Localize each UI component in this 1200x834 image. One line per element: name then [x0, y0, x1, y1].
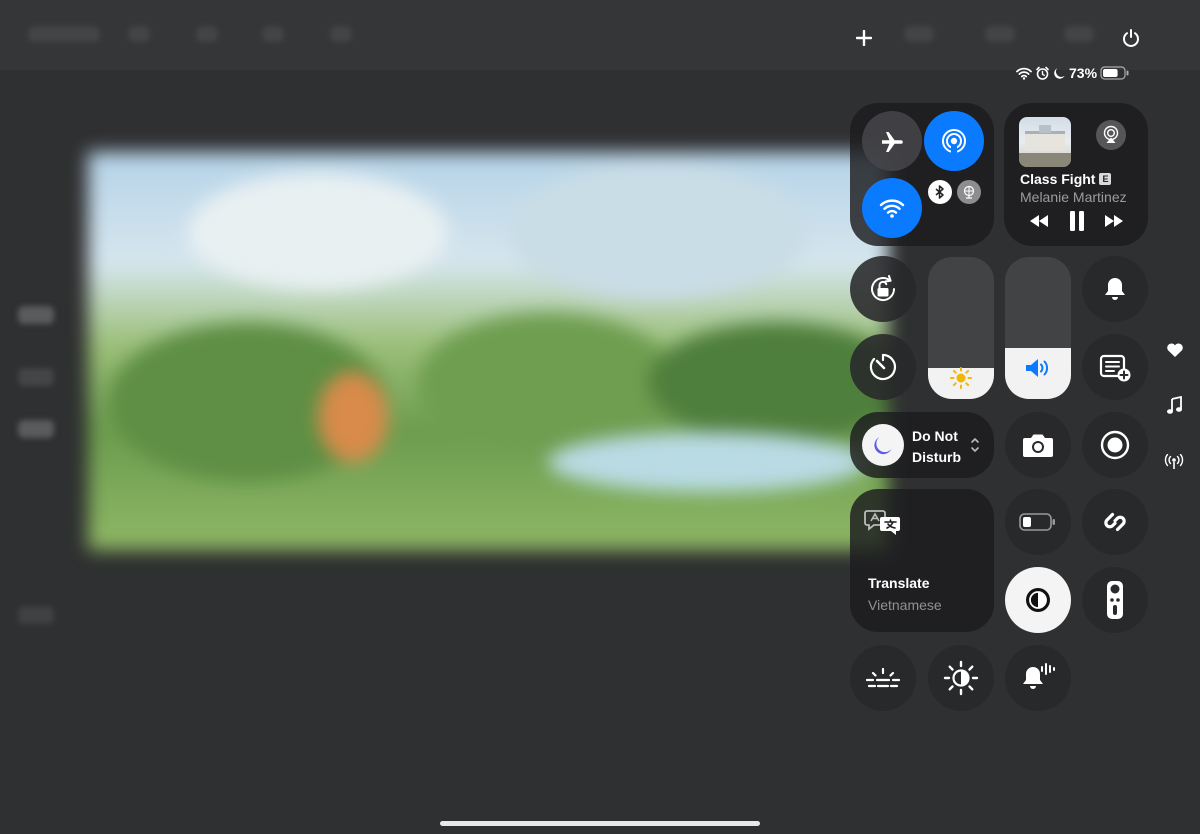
airdrop-icon: [942, 129, 966, 154]
sound-recognition-button[interactable]: [1005, 645, 1071, 711]
plus-icon[interactable]: [856, 30, 872, 46]
background-toolbar: [0, 0, 1200, 70]
moon-status-icon: [1054, 67, 1065, 79]
camera-icon: [1023, 434, 1053, 457]
wifi-toggle[interactable]: [862, 178, 922, 238]
shazam-icon: [1104, 512, 1126, 532]
status-bar: 73%: [1016, 63, 1130, 83]
background-tool: [1064, 26, 1094, 42]
chevron-up-down-icon[interactable]: [970, 436, 980, 454]
volume-slider[interactable]: [1005, 257, 1071, 399]
bell-waveform-icon: [1023, 663, 1055, 689]
bluetooth-toggle[interactable]: [928, 180, 952, 204]
battery-icon: [1100, 66, 1129, 80]
album-artwork: [1019, 117, 1071, 167]
quick-note-button[interactable]: [1082, 334, 1148, 400]
background-tool: [985, 26, 1015, 42]
background-tool: [262, 26, 284, 42]
timer-icon: [869, 353, 896, 381]
cellular-toggle[interactable]: [957, 180, 981, 204]
wifi-icon: [879, 199, 905, 218]
background-side-control: [18, 368, 54, 386]
rotation-lock-toggle[interactable]: [850, 256, 916, 322]
background-tool: [196, 26, 218, 42]
pause-icon[interactable]: [1068, 209, 1086, 233]
song-title: Class Fight: [1020, 171, 1096, 187]
translate-icon: [864, 510, 900, 535]
night-shift-button[interactable]: [850, 645, 916, 711]
background-side-control: [18, 420, 54, 438]
airplay-button[interactable]: [1096, 120, 1126, 150]
speaker-icon: [1026, 359, 1049, 377]
rewind-icon[interactable]: [1028, 212, 1050, 230]
shazam-button[interactable]: [1082, 489, 1148, 555]
home-indicator[interactable]: [440, 821, 760, 826]
explicit-badge: E: [1099, 173, 1112, 185]
dark-mode-icon: [1026, 588, 1050, 612]
battery-percent: 73%: [1069, 65, 1098, 81]
antenna-icon[interactable]: [1164, 454, 1184, 470]
power-icon[interactable]: [1121, 28, 1141, 48]
rotation-lock-icon: [871, 275, 896, 301]
translate-title: Translate: [868, 575, 930, 591]
globe-antenna-icon: [963, 185, 975, 199]
quick-note-icon: [1099, 354, 1131, 382]
heart-icon[interactable]: [1166, 342, 1184, 358]
bluetooth-icon: [935, 185, 944, 199]
background-side-control: [18, 606, 54, 624]
background-tool: [904, 26, 934, 42]
timer-button[interactable]: [850, 334, 916, 400]
fast-forward-icon[interactable]: [1103, 212, 1125, 230]
airplane-mode-toggle[interactable]: [862, 111, 922, 171]
sun-icon: [950, 367, 972, 389]
music-note-icon[interactable]: [1166, 396, 1182, 416]
remote-button[interactable]: [1082, 567, 1148, 633]
brightness-slider[interactable]: [928, 257, 994, 399]
background-tool: [28, 26, 100, 42]
camera-button[interactable]: [1005, 412, 1071, 478]
background-artwork: [88, 152, 888, 550]
true-tone-button[interactable]: [928, 645, 994, 711]
wifi-status-icon: [1016, 67, 1032, 80]
bell-icon: [1105, 278, 1125, 300]
silent-mode-toggle[interactable]: [1082, 256, 1148, 322]
screen-record-icon: [1100, 430, 1130, 460]
moon-icon: [874, 437, 892, 455]
background-tool: [330, 26, 352, 42]
brightness-contrast-icon: [943, 660, 979, 696]
now-playing-title: Class Fight E: [1020, 171, 1112, 187]
dark-mode-toggle[interactable]: [1005, 567, 1071, 633]
airplane-icon: [882, 132, 903, 152]
battery-low-icon: [1019, 513, 1055, 531]
low-power-mode-toggle[interactable]: [1005, 489, 1071, 555]
airdrop-toggle[interactable]: [924, 111, 984, 171]
apple-tv-remote-icon: [1107, 581, 1123, 619]
background-side-control: [18, 306, 54, 324]
airplay-audio-icon: [1103, 125, 1119, 143]
song-artist: Melanie Martinez: [1020, 189, 1127, 205]
focus-toggle[interactable]: [862, 424, 904, 466]
screen-recording-button[interactable]: [1082, 412, 1148, 478]
translate-language: Vietnamese: [868, 597, 942, 613]
alarm-icon: [1036, 66, 1049, 80]
background-tool: [128, 26, 150, 42]
focus-label: Do Not Disturb: [912, 428, 961, 465]
sunrise-icon: [865, 667, 901, 688]
